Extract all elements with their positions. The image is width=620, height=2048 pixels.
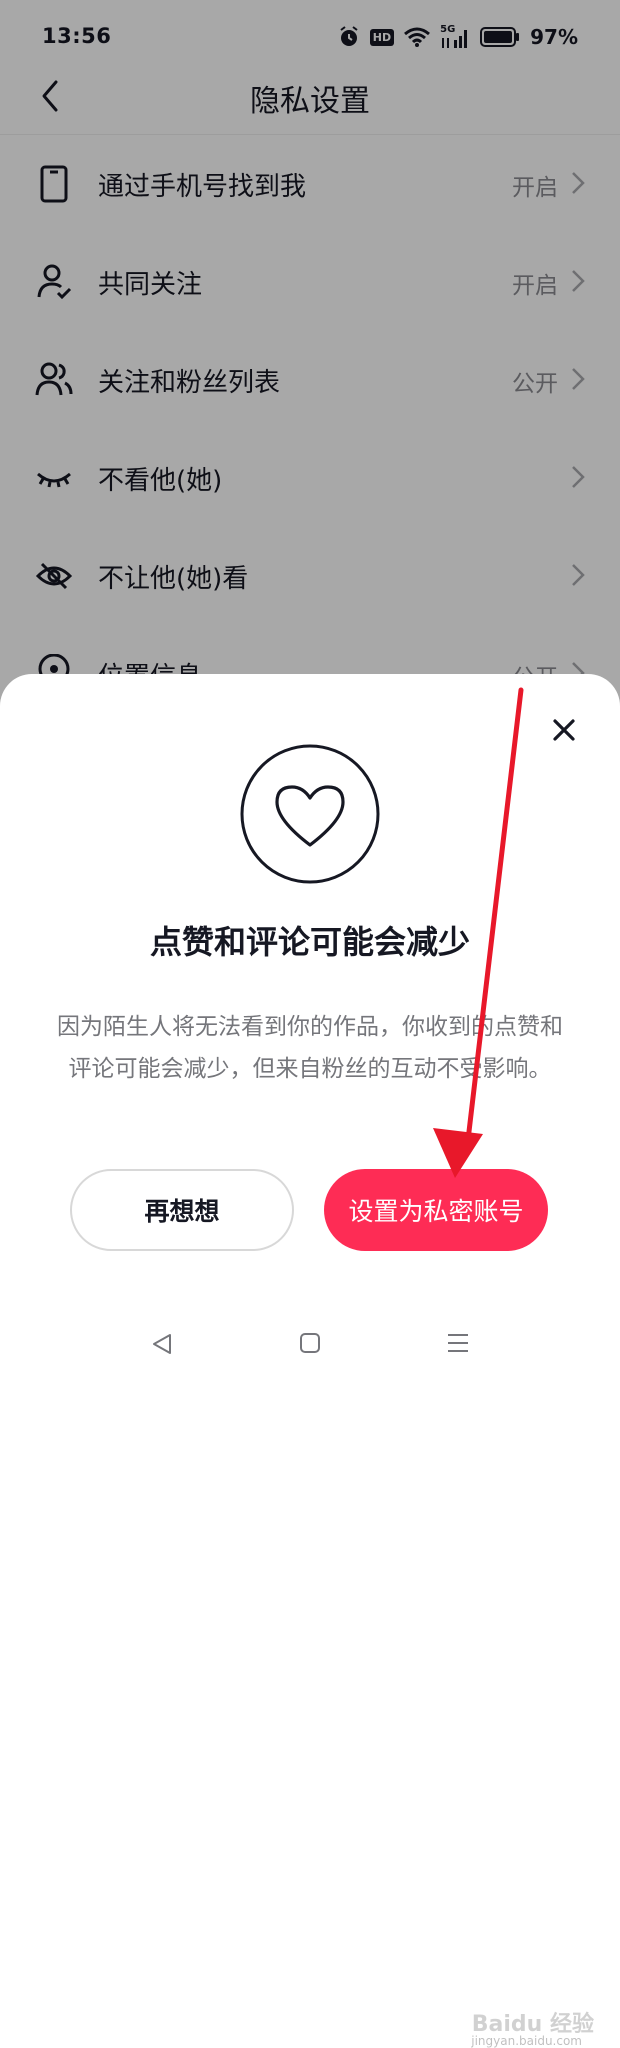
nav-back-icon[interactable]	[150, 1332, 174, 1356]
cancel-button[interactable]: 再想想	[70, 1169, 294, 1251]
heart-icon	[240, 744, 380, 884]
close-icon[interactable]	[552, 718, 576, 742]
system-nav-bar	[0, 1308, 620, 1386]
private-account-dialog: 点赞和评论可能会减少 因为陌生人将无法看到你的作品，你收到的点赞和评论可能会减少…	[0, 674, 620, 2048]
dialog-description: 因为陌生人将无法看到你的作品，你收到的点赞和评论可能会减少，但来自粉丝的互动不受…	[57, 1014, 563, 1082]
nav-menu-icon[interactable]	[446, 1332, 470, 1354]
dialog-title: 点赞和评论可能会减少	[149, 923, 470, 961]
set-private-account-button[interactable]: 设置为私密账号	[324, 1169, 548, 1251]
watermark-url: jingyan.baidu.com	[471, 2034, 582, 2048]
nav-home-icon[interactable]	[299, 1332, 321, 1354]
